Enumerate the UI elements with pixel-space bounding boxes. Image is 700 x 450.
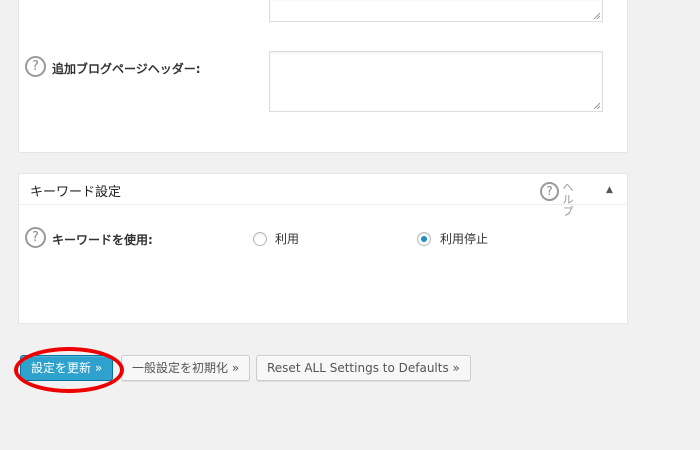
- extra-blog-header-label: 追加ブログページヘッダー:: [52, 62, 201, 76]
- collapse-toggle-icon[interactable]: ▲: [606, 185, 613, 195]
- update-settings-button[interactable]: 設定を更新 »: [20, 355, 114, 381]
- help-link[interactable]: ヘルプ: [562, 182, 574, 218]
- reset-general-settings-button[interactable]: 一般設定を初期化 »: [121, 355, 251, 381]
- keyword-settings-title: キーワード設定: [30, 185, 122, 200]
- help-icon[interactable]: ?: [25, 227, 46, 248]
- previous-textarea[interactable]: [269, 0, 603, 22]
- keywords-label: キーワードを使用:: [52, 233, 153, 247]
- radio-enable[interactable]: [253, 232, 267, 246]
- radio-disable-label[interactable]: 利用停止: [440, 230, 488, 247]
- resize-grip-icon[interactable]: [592, 11, 600, 19]
- reset-all-settings-button[interactable]: Reset ALL Settings to Defaults »: [256, 355, 471, 381]
- radio-enable-label[interactable]: 利用: [275, 230, 299, 247]
- settings-panel-top: ? 追加ブログページヘッダー:: [18, 0, 628, 153]
- keyword-settings-box: キーワード設定 ? ヘルプ ▲ ? キーワードを使用: 利用 利用停止: [18, 173, 628, 324]
- help-icon[interactable]: ?: [540, 182, 559, 201]
- resize-grip-icon[interactable]: [592, 101, 600, 109]
- radio-disable[interactable]: [417, 232, 431, 246]
- help-icon[interactable]: ?: [25, 56, 46, 77]
- extra-blog-header-textarea[interactable]: [269, 51, 603, 112]
- keyword-settings-header[interactable]: キーワード設定 ? ヘルプ ▲: [19, 174, 627, 218]
